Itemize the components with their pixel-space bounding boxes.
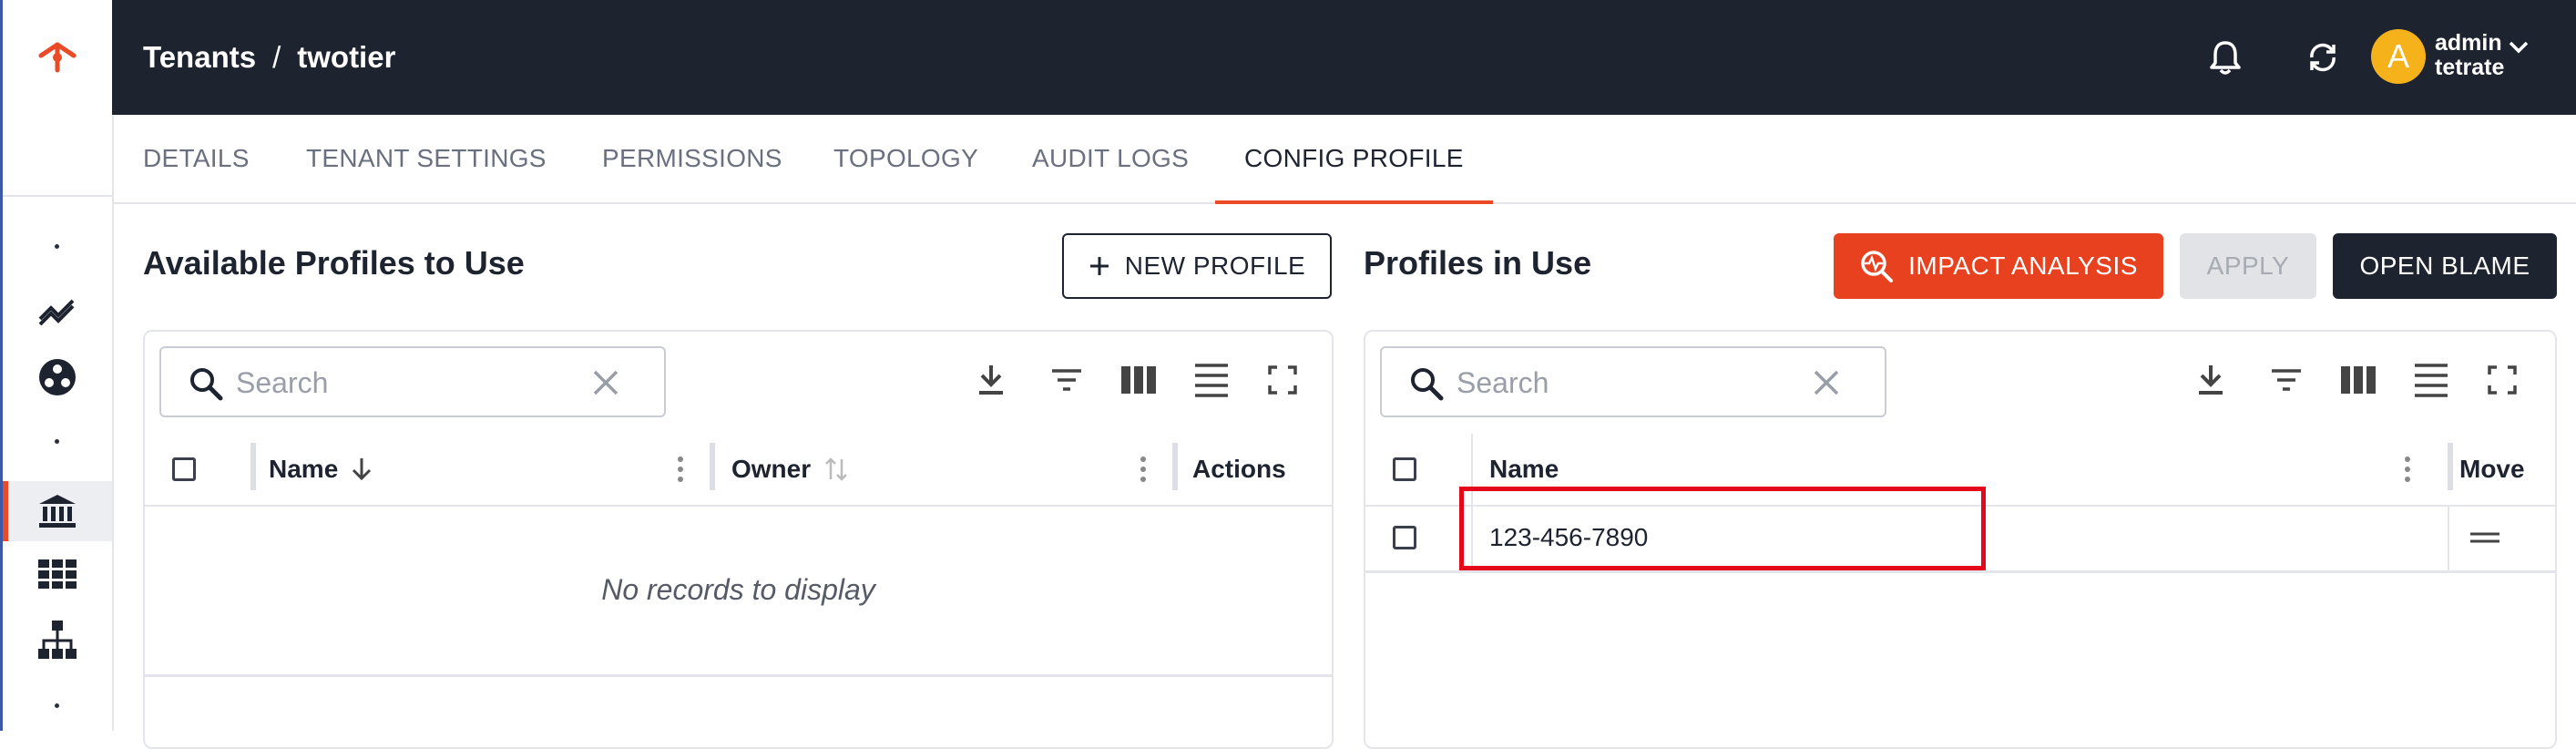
column-separator (250, 443, 256, 490)
filter-icon[interactable] (1046, 359, 1088, 401)
column-header-name-label: Name (269, 455, 339, 483)
column-separator (2448, 505, 2449, 570)
workspace-icon[interactable] (3, 352, 112, 403)
columns-icon[interactable] (2337, 359, 2379, 401)
download-icon[interactable] (970, 359, 1012, 401)
filter-icon[interactable] (2265, 359, 2307, 401)
in-use-search-box (1380, 346, 1886, 417)
top-bar: Tenants / twotier A admin tetrate (112, 0, 2576, 115)
open-blame-button[interactable]: OPEN BLAME (2333, 233, 2557, 299)
new-profile-button[interactable]: NEW PROFILE (1062, 233, 1332, 299)
tenants-icon[interactable] (3, 481, 112, 541)
user-name: admin (2435, 30, 2502, 56)
column-header-actions: Actions (1192, 455, 1286, 483)
user-org: tetrate (2435, 55, 2505, 80)
available-table-header: Name Owner Actions (145, 434, 1332, 507)
search-icon (1411, 368, 1444, 401)
available-search-input[interactable] (234, 361, 584, 405)
fullscreen-icon[interactable] (2481, 359, 2523, 401)
sort-down-icon[interactable] (351, 457, 373, 482)
new-profile-label: NEW PROFILE (1124, 251, 1306, 280)
fullscreen-icon[interactable] (1262, 359, 1303, 401)
sidebar-dot (55, 703, 59, 708)
chevron-down-icon[interactable] (2508, 40, 2530, 59)
column-menu-icon[interactable] (1140, 456, 1147, 483)
breadcrumb-current: twotier (297, 40, 396, 74)
tab-topology[interactable]: TOPOLOGY (833, 115, 978, 202)
tab-audit-logs[interactable]: AUDIT LOGS (1032, 115, 1189, 202)
highlight-box (1459, 487, 1986, 570)
tab-tenant-settings[interactable]: TENANT SETTINGS (306, 115, 547, 202)
columns-icon[interactable] (1118, 359, 1160, 401)
impact-analysis-label: IMPACT ANALYSIS (1908, 251, 2138, 280)
tab-details[interactable]: DETAILS (143, 115, 250, 202)
column-menu-icon[interactable] (2404, 456, 2411, 483)
breadcrumb: Tenants / twotier (143, 0, 395, 115)
column-header-owner[interactable]: Owner (731, 434, 849, 505)
density-icon[interactable] (2410, 359, 2452, 401)
impact-analysis-button[interactable]: IMPACT ANALYSIS (1834, 233, 2163, 299)
user-menu[interactable]: admin tetrate (2435, 31, 2504, 80)
column-header-owner-label: Owner (731, 455, 812, 483)
available-profiles-panel: Name Owner Actions No records to display (143, 330, 1334, 749)
impact-analysis-icon (1861, 251, 1894, 282)
drag-handle-icon[interactable] (2469, 531, 2501, 544)
in-use-search-input[interactable] (1455, 361, 1804, 405)
column-separator (1172, 443, 1178, 490)
select-all-checkbox[interactable] (1393, 457, 1416, 481)
tab-permissions[interactable]: PERMISSIONS (602, 115, 782, 202)
column-header-name[interactable]: Name (269, 434, 373, 505)
sidebar-dot (55, 244, 59, 249)
row-checkbox[interactable] (1393, 526, 1416, 549)
hierarchy-icon[interactable] (3, 614, 112, 665)
avatar[interactable]: A (2371, 29, 2426, 84)
metrics-icon[interactable] (3, 286, 112, 337)
close-icon[interactable] (589, 366, 622, 399)
sync-icon[interactable] (2295, 30, 2350, 85)
profiles-in-use-title: Profiles in Use (1364, 244, 1592, 282)
tetrate-logo-icon[interactable] (3, 0, 112, 115)
tab-config-profile[interactable]: CONFIG PROFILE (1215, 115, 1493, 204)
sidebar-divider (3, 195, 112, 197)
breadcrumb-separator: / (272, 40, 281, 74)
plus-icon (1089, 257, 1109, 275)
sort-icon[interactable] (823, 456, 849, 483)
sidebar-dot (55, 439, 59, 444)
close-icon[interactable] (1810, 366, 1843, 399)
select-all-checkbox[interactable] (172, 457, 196, 481)
bell-icon[interactable] (2198, 30, 2253, 85)
column-separator (710, 443, 715, 490)
available-profiles-title: Available Profiles to Use (143, 244, 525, 282)
download-icon[interactable] (2190, 359, 2232, 401)
column-menu-icon[interactable] (677, 456, 684, 483)
column-separator (2448, 443, 2453, 490)
available-search-box (159, 346, 666, 417)
apply-button[interactable]: APPLY (2180, 233, 2316, 299)
empty-state-message: No records to display (145, 505, 1332, 677)
breadcrumb-tenants-link[interactable]: Tenants (143, 40, 256, 75)
column-header-move: Move (2459, 455, 2525, 483)
search-icon (190, 368, 223, 401)
density-icon[interactable] (1191, 359, 1232, 401)
tab-bar: DETAILS TENANT SETTINGS PERMISSIONS TOPO… (112, 115, 2576, 204)
grid-icon[interactable] (3, 549, 112, 600)
sidebar (3, 0, 114, 731)
